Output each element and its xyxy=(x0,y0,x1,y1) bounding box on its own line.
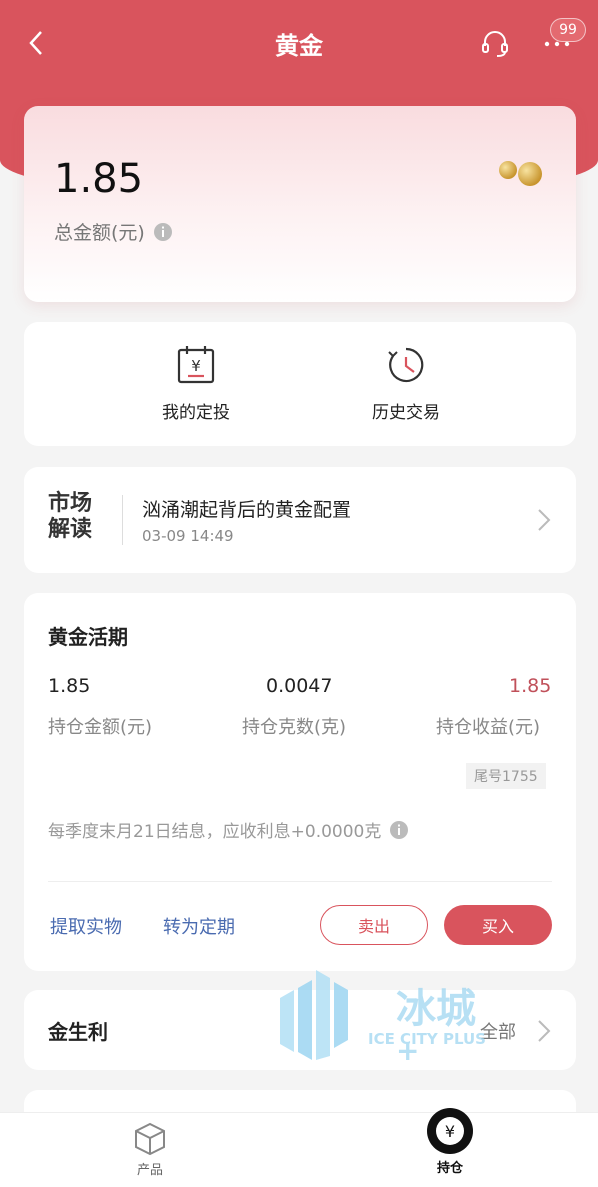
svg-text:¥: ¥ xyxy=(191,357,201,375)
watermark-icon xyxy=(280,970,348,1060)
my-auto-invest-button[interactable]: ¥ 我的定投 xyxy=(136,344,256,423)
total-amount-label-text: 总金额(元) xyxy=(54,222,145,244)
page-title: 黄金 xyxy=(275,31,323,60)
tab-label: 产品 xyxy=(136,1163,163,1178)
watermark-text-main: 冰城 xyxy=(396,986,476,1032)
withdraw-physical-link[interactable]: 提取实物 xyxy=(50,913,122,939)
holding-amount-label: 持仓金额(元) xyxy=(48,717,153,738)
info-icon[interactable] xyxy=(153,222,173,242)
quick-actions-card: ¥ 我的定投 历史交易 xyxy=(24,322,576,446)
buy-button[interactable]: 买入 xyxy=(444,905,552,945)
news-tag: 市场 解读 xyxy=(48,491,104,543)
box-icon xyxy=(135,1122,165,1156)
watermark-logo: 冰城+ ICE CITY PLUS xyxy=(276,968,486,1067)
section-title: 金生利 xyxy=(48,1020,108,1044)
holding-amount-value: 1.85 xyxy=(48,675,91,697)
tab-label: 持仓 xyxy=(436,1161,463,1176)
calendar-yen-icon: ¥ xyxy=(177,346,215,384)
back-icon[interactable] xyxy=(22,28,52,58)
section-title: 黄金活期 xyxy=(48,625,128,649)
tab-products[interactable]: 产品 xyxy=(110,1121,190,1178)
total-amount: 1.85 xyxy=(54,156,144,202)
gold-beans-icon xyxy=(499,161,542,186)
tab-holdings[interactable]: ¥ 持仓 xyxy=(410,1108,490,1176)
holding-grams-value: 0.0047 xyxy=(266,675,333,697)
chevron-right-icon xyxy=(538,1020,551,1042)
chevron-right-icon xyxy=(538,509,551,531)
total-amount-label: 总金额(元) xyxy=(54,218,173,245)
gold-current-card: 黄金活期 1.85 持仓金额(元) 0.0047 持仓克数(克) 1.85 持仓… xyxy=(24,593,576,971)
news-time: 03-09 14:49 xyxy=(142,527,234,545)
market-news-card[interactable]: 市场 解读 汹涌潮起背后的黄金配置 03-09 14:49 xyxy=(24,467,576,573)
total-amount-card: 1.85 总金额(元) xyxy=(24,106,576,302)
holding-profit-value: 1.85 xyxy=(509,675,552,697)
interest-note: 每季度末月21日结息，应收利息+0.0000克 xyxy=(48,817,409,842)
watermark-subtext: ICE CITY PLUS xyxy=(368,1030,486,1048)
yen-circle-icon: ¥ xyxy=(427,1108,473,1154)
action-label: 历史交易 xyxy=(372,403,440,423)
interest-note-text: 每季度末月21日结息，应收利息+0.0000克 xyxy=(48,822,382,842)
holding-grams-label: 持仓克数(克) xyxy=(242,717,347,738)
divider xyxy=(48,881,552,882)
bottom-tab-bar: 产品 ¥ 持仓 xyxy=(0,1108,598,1187)
convert-to-fixed-link[interactable]: 转为定期 xyxy=(163,913,235,939)
action-label: 我的定投 xyxy=(162,403,230,423)
nav-bar: 黄金 99 xyxy=(0,0,598,86)
divider xyxy=(122,495,123,545)
history-trades-button[interactable]: 历史交易 xyxy=(346,344,466,423)
notification-badge: 99 xyxy=(550,18,586,42)
history-clock-icon xyxy=(388,347,424,383)
svg-text:¥: ¥ xyxy=(445,1122,455,1141)
info-icon[interactable] xyxy=(389,820,409,840)
news-tag-line2: 解读 xyxy=(48,517,93,542)
headset-icon[interactable] xyxy=(480,28,510,58)
account-tail-number: 尾号1755 xyxy=(466,763,546,789)
sell-button[interactable]: 卖出 xyxy=(320,905,428,945)
news-title: 汹涌潮起背后的黄金配置 xyxy=(142,499,352,521)
holding-profit-label: 持仓收益(元) xyxy=(436,717,541,738)
watermark-text: 冰城+ xyxy=(396,976,486,1080)
news-tag-line1: 市场 xyxy=(48,491,93,516)
